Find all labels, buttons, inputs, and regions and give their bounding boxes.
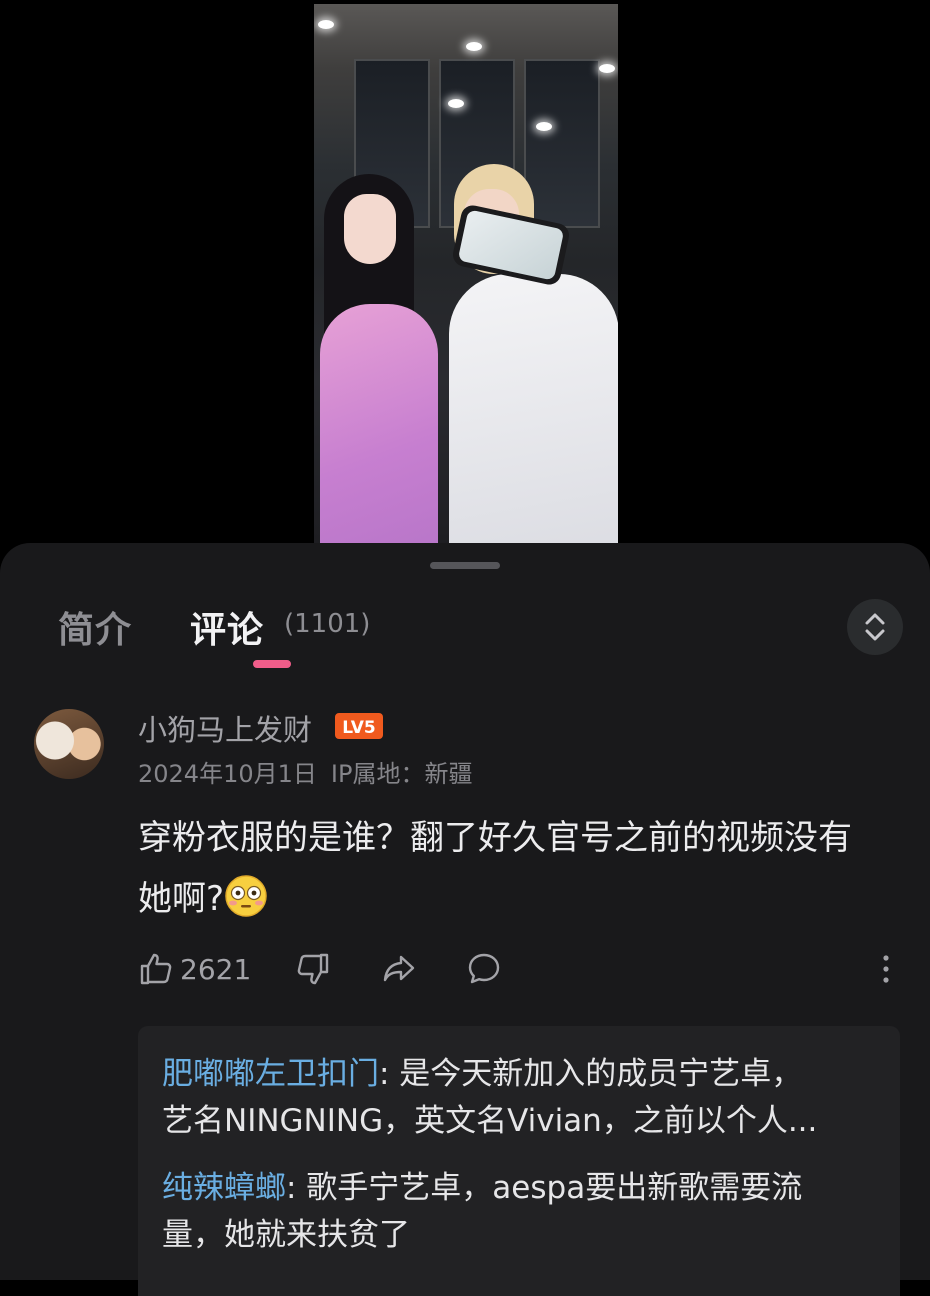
share-button[interactable] (381, 951, 417, 987)
chevron-up-down-icon (865, 613, 885, 641)
comment-meta: 2024年10月1日 IP属地：新疆 (138, 754, 486, 789)
tab-intro[interactable]: 简介 (58, 601, 132, 653)
avatar[interactable] (34, 709, 104, 779)
reply-button[interactable] (466, 951, 502, 987)
comment-text-line-2: 她啊? (138, 869, 898, 930)
video-player[interactable] (314, 4, 618, 543)
ceiling-light (536, 122, 552, 131)
reply-text: 艺名NINGNING，英文名Vivian，之前以个人... (162, 1103, 818, 1139)
reply-item[interactable]: 纯辣蟑螂: 歌手宁艺卓，aespa要出新歌需要流 量，她就来扶贫了 (162, 1165, 862, 1259)
comment-date: 2024年10月1日 (138, 760, 317, 788)
thumbs-down-icon (297, 953, 329, 985)
person-left (320, 304, 438, 543)
flushed-face-emoji-icon (225, 875, 267, 917)
comment-body: 穿粉衣服的是谁？翻了好久官号之前的视频没有 她啊? (138, 808, 898, 930)
active-tab-indicator (253, 660, 291, 668)
level-badge-icon: LV5 (335, 713, 383, 739)
vertical-dots-icon (883, 955, 889, 983)
comment-text-line: 她啊? (138, 879, 225, 919)
chat-bubble-icon (468, 953, 500, 984)
comment-actions: 2621 (138, 951, 898, 995)
reply-username[interactable]: 纯辣蟑螂 (162, 1170, 286, 1206)
reply-username[interactable]: 肥嘟嘟左卫扣门 (162, 1056, 379, 1092)
comments-count: (1101) (284, 609, 371, 639)
person-right (449, 274, 618, 543)
ceiling-light (466, 42, 482, 51)
ceiling-light (599, 64, 615, 73)
reply-text: : 是今天新加入的成员宁艺卓， (379, 1056, 803, 1092)
dislike-button[interactable] (295, 951, 331, 987)
reply-item[interactable]: 肥嘟嘟左卫扣门: 是今天新加入的成员宁艺卓， 艺名NINGNING，英文名Viv… (162, 1051, 862, 1145)
comments-sheet: 简介 评论 (1101) 小狗马上发财 LV5 2024年10月1日 IP属地：新… (0, 543, 930, 1296)
level-badge: LV5 (335, 713, 383, 743)
window-pane (524, 59, 600, 228)
share-icon (383, 955, 415, 982)
person-left-face (344, 194, 396, 264)
more-options-button[interactable] (868, 951, 904, 987)
comment-ip-location: IP属地：新疆 (330, 760, 473, 788)
like-count: 2621 (180, 952, 252, 986)
reply-text: 量，她就来扶贫了 (162, 1217, 410, 1253)
level-badge-text: LV5 (342, 718, 375, 738)
ceiling-light (318, 20, 334, 29)
ceiling-light (448, 99, 464, 108)
tab-comments[interactable]: 评论 (190, 601, 264, 653)
replies-preview[interactable]: 肥嘟嘟左卫扣门: 是今天新加入的成员宁艺卓， 艺名NINGNING，英文名Viv… (138, 1026, 900, 1296)
like-button[interactable]: 2621 (138, 951, 251, 987)
comment-username[interactable]: 小狗马上发财 (138, 707, 312, 749)
comment-text-line: 穿粉衣服的是谁？翻了好久官号之前的视频没有 (138, 818, 852, 858)
expand-collapse-button[interactable] (847, 599, 903, 655)
thumbs-up-icon (140, 953, 172, 985)
sheet-drag-handle[interactable] (430, 562, 500, 569)
reply-text: : 歌手宁艺卓，aespa要出新歌需要流 (286, 1170, 803, 1206)
